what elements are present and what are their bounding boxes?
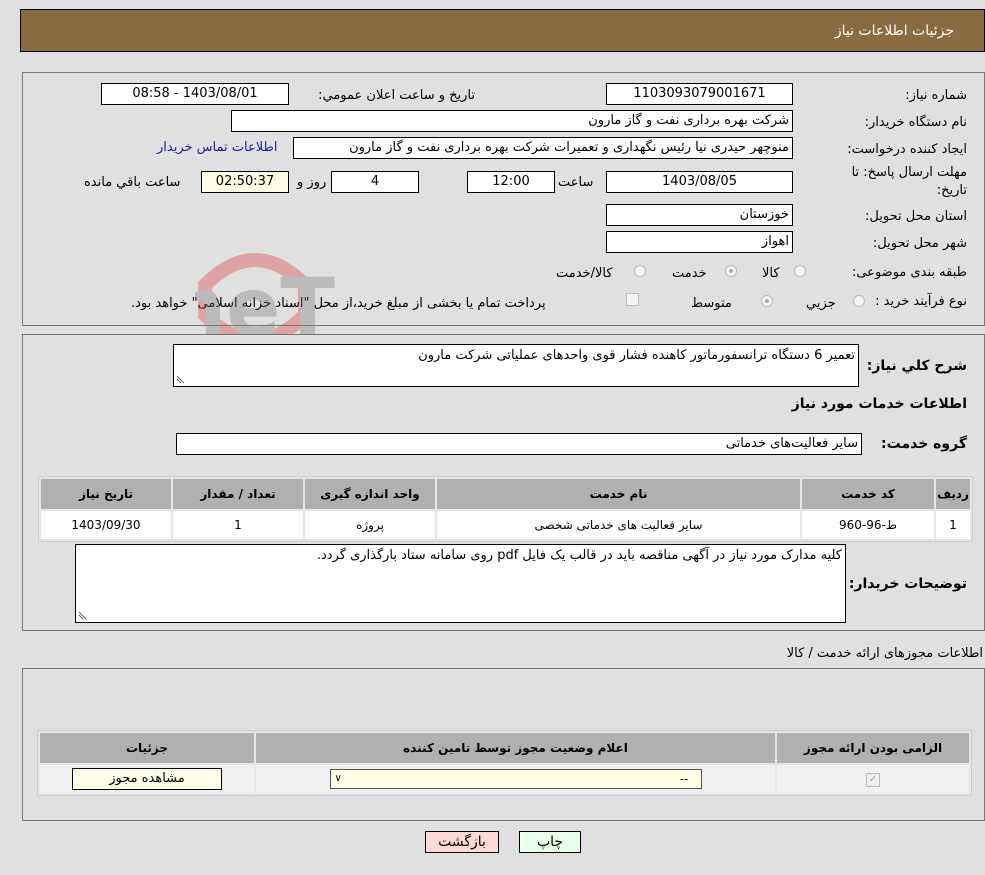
cell-row: 1 — [934, 509, 972, 541]
table-row: 1 ط-96-960 سایر فعالیت های خدماتی شخصی پ… — [39, 509, 972, 541]
permit-status-value: -- — [679, 772, 689, 786]
remaining-label: ساعت باقي مانده — [84, 175, 181, 190]
need-number-field: 1103093079001671 — [606, 83, 793, 105]
process-minor-label: جزيي — [806, 296, 836, 311]
cell-quantity: 1 — [171, 509, 305, 541]
cell-permit-required: ✓ — [775, 763, 971, 795]
cell-need-date: 1403/09/30 — [39, 509, 173, 541]
permits-section-title: اطلاعات مجوزهای ارائه خدمت / کالا — [786, 646, 983, 661]
col-row: ردیف — [934, 477, 972, 511]
summary-text: تعمیر 6 دستگاه ترانسفورماتور کاهنده فشار… — [418, 348, 855, 363]
category-radio-goods-service[interactable] — [634, 265, 646, 277]
days-label: روز و — [297, 175, 327, 190]
summary-label: شرح کلي نیاز: — [866, 358, 967, 374]
remaining-days-field: 4 — [331, 171, 419, 193]
category-goods-label: کالا — [762, 266, 780, 281]
deadline-label-line2: تاریخ: — [936, 183, 967, 198]
need-number-label: شماره نیاز: — [905, 88, 967, 103]
treasury-checkbox[interactable] — [626, 293, 639, 306]
cell-permit-details: مشاهده مجوز — [38, 763, 256, 795]
col-permit-status: اعلام وضعیت مجوز توسط تامین کننده — [254, 731, 777, 765]
creator-label: ایجاد کننده درخواست: — [847, 142, 967, 157]
category-goods-service-label: کالا/خدمت — [556, 266, 613, 281]
col-service-name: نام خدمت — [435, 477, 802, 511]
category-service-label: خدمت — [672, 266, 707, 281]
cell-service-name: سایر فعالیت های خدماتی شخصی — [435, 509, 802, 541]
province-field: خوزستان — [606, 204, 793, 226]
deadline-time-field: 12:00 — [467, 171, 555, 193]
deadline-label-line1: مهلت ارسال پاسخ: تا — [851, 165, 967, 180]
col-permit-details: جزئیات — [38, 731, 256, 765]
services-table-wrap: ردیف کد خدمت نام خدمت واحد اندازه گیری ت… — [38, 476, 973, 542]
deadline-date-field: 1403/08/05 — [606, 171, 793, 193]
cell-service-code: ط-96-960 — [800, 509, 936, 541]
buyer-notes-label: توضیحات خریدار: — [848, 576, 967, 592]
service-group-label: گروه خدمت: — [881, 436, 967, 452]
page-header: جزئیات اطلاعات نیاز — [20, 9, 985, 52]
view-permit-button[interactable]: مشاهده مجوز — [72, 768, 222, 790]
announce-datetime-field: 1403/08/01 - 08:58 — [101, 83, 289, 105]
col-service-code: کد خدمت — [800, 477, 936, 511]
process-radio-medium[interactable] — [761, 295, 773, 307]
buyer-org-field: شرکت بهره برداری نفت و گاز مارون — [231, 110, 793, 132]
announce-label: تاریخ و ساعت اعلان عمومي: — [318, 88, 475, 103]
treasury-label: پرداخت تمام یا بخشی از مبلغ خرید،از محل … — [131, 296, 546, 311]
back-button[interactable]: بازگشت — [425, 831, 499, 853]
buyer-notes-textarea[interactable]: کلیه مدارک مورد نیاز در آگهی مناقصه باید… — [75, 544, 846, 623]
services-table: ردیف کد خدمت نام خدمت واحد اندازه گیری ت… — [39, 477, 972, 541]
permit-required-checkbox[interactable]: ✓ — [866, 773, 880, 787]
summary-textarea[interactable]: تعمیر 6 دستگاه ترانسفورماتور کاهنده فشار… — [173, 344, 859, 387]
category-label: طبقه بندی موضوعی: — [851, 265, 967, 280]
buyer-contact-link[interactable]: اطلاعات تماس خریدار — [157, 140, 277, 155]
permits-table-wrap: الزامی بودن ارائه مجوز اعلام وضعیت مجوز … — [37, 730, 972, 796]
process-label: نوع فرآیند خرید : — [875, 294, 967, 309]
deadline-time-label: ساعت — [558, 175, 594, 190]
resize-handle-icon[interactable] — [176, 375, 185, 384]
resize-handle-icon[interactable] — [78, 611, 87, 620]
buyer-org-label: نام دستگاه خریدار: — [864, 115, 967, 130]
remaining-time-field: 02:50:37 — [201, 171, 289, 193]
buyer-notes-text: کلیه مدارک مورد نیاز در آگهی مناقصه باید… — [316, 548, 842, 563]
page-title: جزئیات اطلاعات نیاز — [834, 23, 954, 39]
permits-table: الزامی بودن ارائه مجوز اعلام وضعیت مجوز … — [38, 731, 971, 795]
process-radio-minor[interactable] — [853, 295, 865, 307]
province-label: استان محل تحویل: — [865, 209, 967, 224]
table-row: ✓ -- ∨ مشاهده مجوز — [38, 763, 971, 795]
city-field: اهواز — [606, 231, 793, 253]
process-medium-label: متوسط — [691, 296, 732, 311]
city-label: شهر محل تحویل: — [872, 236, 967, 251]
print-button[interactable]: چاپ — [519, 831, 581, 853]
col-need-date: تاریخ نیاز — [39, 477, 173, 511]
cell-permit-status: -- ∨ — [254, 763, 777, 795]
service-group-field: سایر فعالیت‌های خدماتی — [176, 433, 862, 455]
permit-status-select[interactable]: -- ∨ — [329, 769, 702, 789]
category-radio-service[interactable] — [725, 265, 737, 277]
col-unit: واحد اندازه گیری — [303, 477, 437, 511]
cell-unit: پروژه — [303, 509, 437, 541]
col-permit-required: الزامی بودن ارائه مجوز — [775, 731, 971, 765]
category-radio-goods[interactable] — [794, 265, 806, 277]
col-quantity: تعداد / مقدار — [171, 477, 305, 511]
creator-field: منوچهر حیدری نیا رئیس نگهداری و تعمیرات … — [293, 137, 793, 159]
chevron-down-icon: ∨ — [334, 773, 342, 784]
services-heading: اطلاعات خدمات مورد نیاز — [791, 396, 967, 412]
